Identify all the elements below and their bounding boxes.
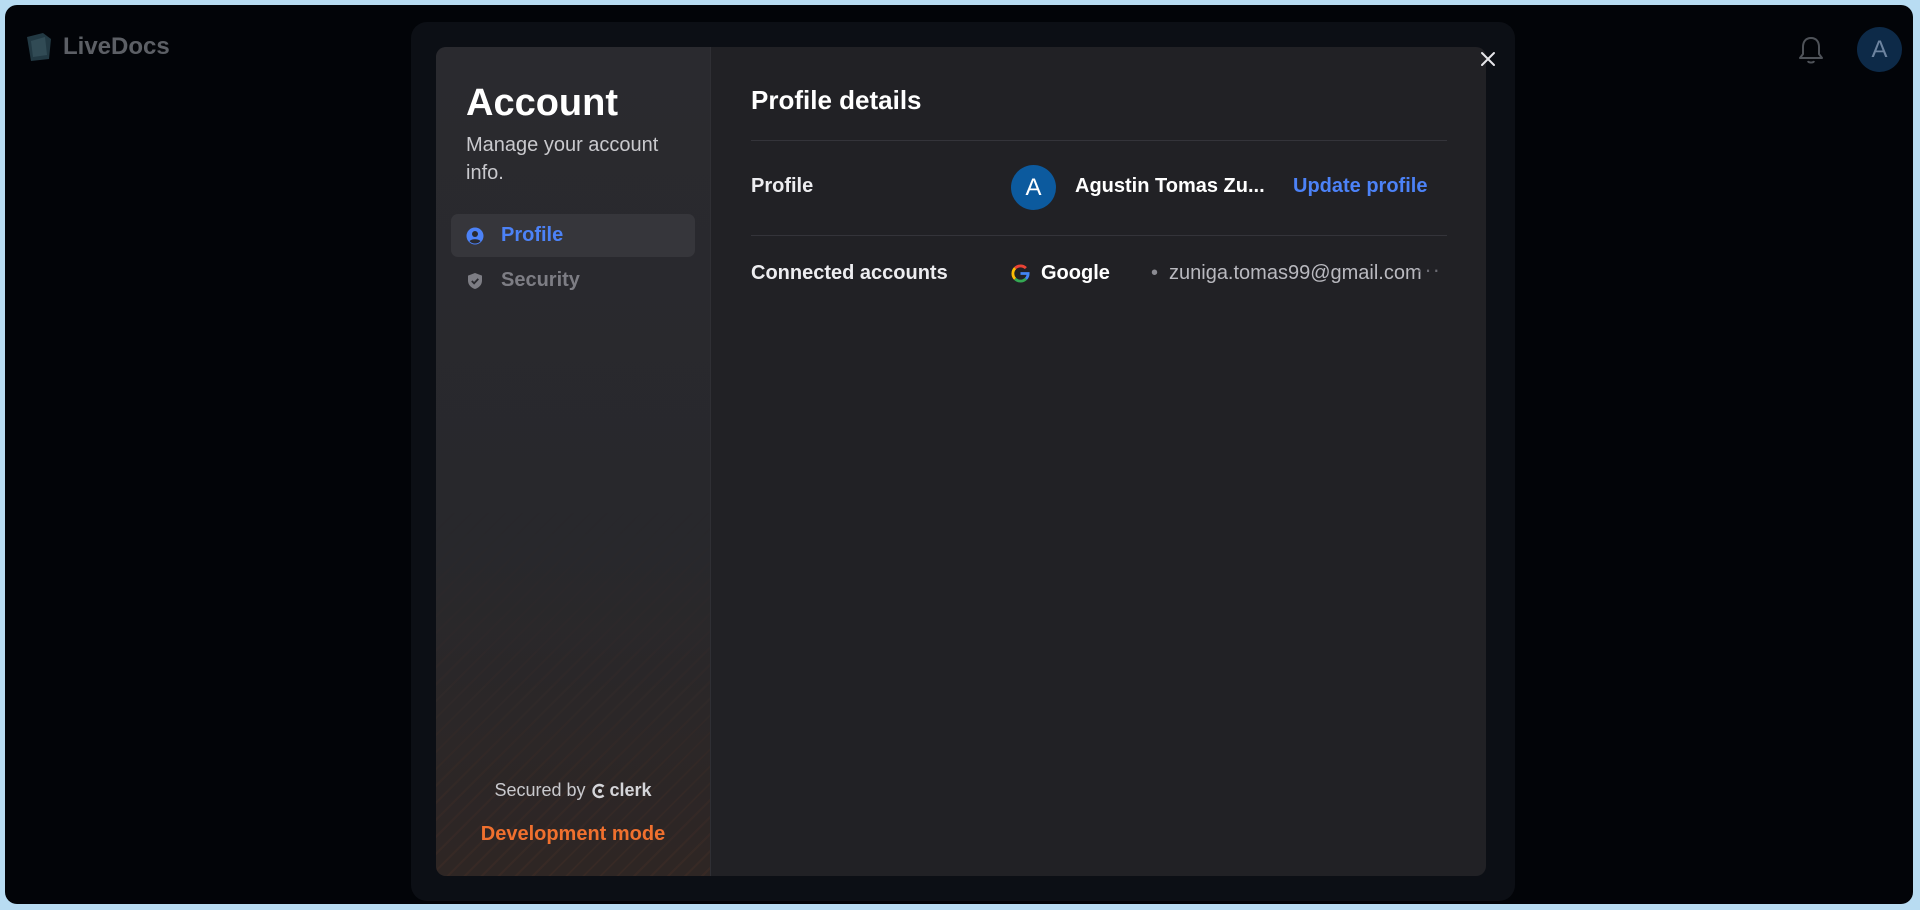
account-modal: Account Manage your account info. Profil… (411, 22, 1515, 901)
account-sidebar: Account Manage your account info. Profil… (436, 47, 710, 876)
account-title: Account (466, 82, 618, 124)
divider (751, 235, 1447, 236)
sidebar-item-security[interactable]: Security (451, 259, 695, 302)
divider (751, 140, 1447, 141)
close-icon[interactable] (1474, 45, 1502, 73)
clerk-brand: clerk (609, 780, 652, 800)
app-name: LiveDocs (63, 33, 170, 60)
connected-accounts-label: Connected accounts (751, 262, 948, 284)
app-window: LiveDocs A Account Manage your account i… (5, 5, 1913, 904)
account-card: Account Manage your account info. Profil… (436, 47, 1486, 876)
user-circle-icon (466, 226, 486, 246)
profile-details-panel: Profile details Profile A Agustin Tomas … (710, 47, 1486, 876)
update-profile-button[interactable]: Update profile (1293, 175, 1427, 198)
sidebar-item-profile[interactable]: Profile (451, 214, 695, 257)
connected-email: zuniga.tomas99@gmail.com (1169, 262, 1422, 284)
sidebar-item-label: Profile (501, 224, 564, 246)
sidebar-decoration (436, 496, 710, 876)
secured-by: Secured by clerk (436, 780, 710, 801)
account-subtitle: Manage your account info. (466, 134, 659, 184)
livedocs-logo-icon (27, 33, 51, 61)
clerk-logo[interactable]: clerk (591, 780, 652, 801)
profile-label: Profile (751, 175, 814, 197)
clerk-icon (591, 783, 604, 798)
profile-avatar: A (1011, 165, 1056, 210)
separator-dot: • (1151, 262, 1159, 284)
more-options-button[interactable]: ··· (1416, 257, 1441, 283)
bell-icon[interactable] (1797, 35, 1825, 70)
google-icon (1011, 264, 1030, 288)
development-mode-badge: Development mode (480, 823, 666, 845)
page-title: Profile details (751, 85, 922, 115)
user-avatar-button[interactable]: A (1857, 27, 1902, 72)
secured-by-text: Secured by (494, 780, 586, 800)
shield-icon (466, 271, 486, 291)
sidebar-item-label: Security (501, 269, 580, 291)
app-logo[interactable]: LiveDocs (23, 31, 170, 63)
user-name: Agustin Tomas Zu... (1075, 175, 1265, 197)
provider-name: Google (1041, 262, 1110, 284)
